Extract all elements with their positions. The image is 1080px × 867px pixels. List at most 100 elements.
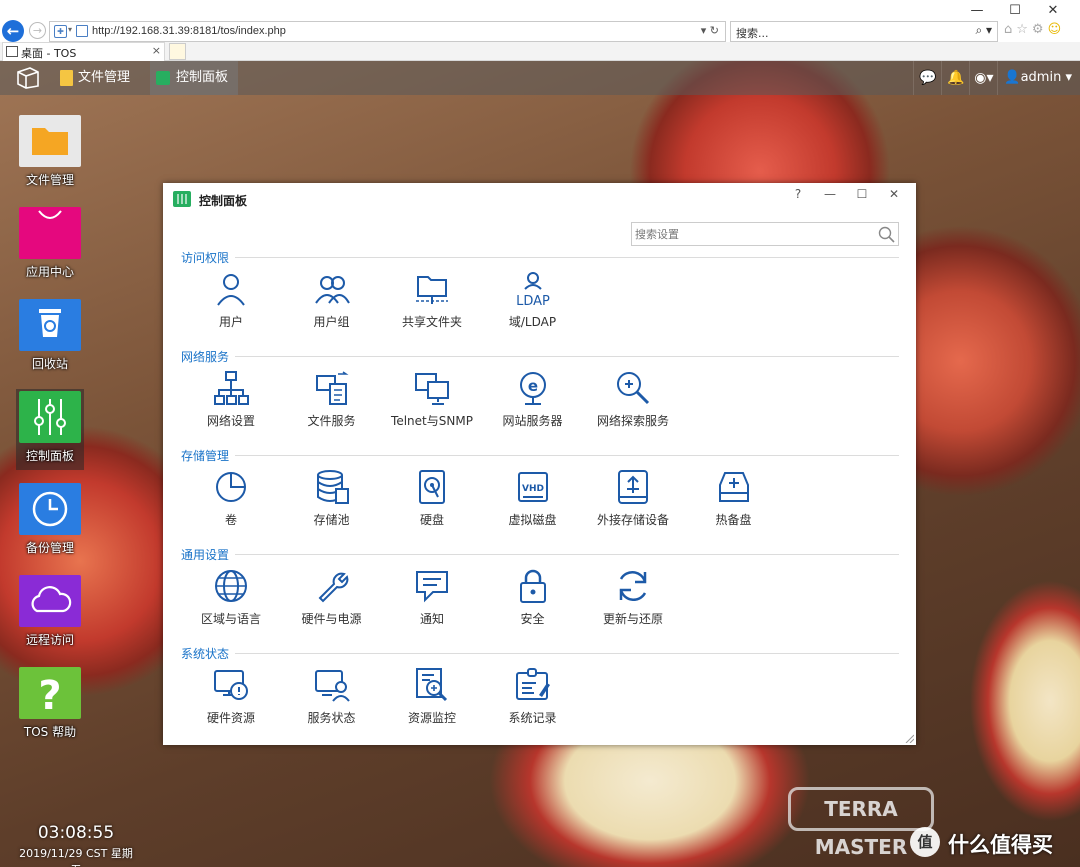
- recycle-bin-icon: [19, 299, 81, 351]
- window-titlebar[interactable]: 控制面板 ? — ☐ ✕: [163, 183, 916, 213]
- settings-item-ldap[interactable]: LDAP 域/LDAP: [483, 269, 583, 330]
- browser-search-box[interactable]: 搜索... ⌕ ▾: [730, 21, 998, 42]
- resize-grip-icon[interactable]: [904, 733, 914, 743]
- desktop-icon-label: 文件管理: [25, 173, 74, 187]
- address-url[interactable]: http://192.168.31.39:8181/tos/index.php: [92, 25, 286, 37]
- taskbar-item-control-panel[interactable]: 控制面板: [150, 61, 239, 95]
- desktop-icon-control-panel[interactable]: 控制面板: [16, 389, 84, 470]
- settings-item-file-service[interactable]: 文件服务: [282, 368, 382, 429]
- new-tab-button[interactable]: [169, 43, 186, 60]
- settings-item-refresh[interactable]: 更新与还原: [583, 566, 683, 627]
- settings-item-telnet[interactable]: Telnet与SNMP: [382, 368, 482, 429]
- settings-item-service-status[interactable]: 服务状态: [282, 665, 382, 726]
- file-service-icon: [282, 368, 382, 408]
- desktop-icon-remote-access[interactable]: 远程访问: [17, 575, 83, 648]
- hot-spare-icon: [684, 467, 784, 507]
- settings-item-storage-pool[interactable]: 存储池: [282, 467, 382, 528]
- settings-item-label: 硬件资源: [206, 711, 255, 725]
- minimize-button[interactable]: —: [958, 3, 996, 18]
- folder-icon: [19, 115, 81, 167]
- window-controls[interactable]: — ☐ ✕: [958, 3, 1072, 18]
- section-header: 访问权限: [181, 249, 899, 266]
- telnet-icon: [382, 368, 482, 408]
- user-icon: 👤: [1004, 70, 1021, 85]
- search-icon[interactable]: ⌕ ▾: [975, 23, 992, 38]
- settings-item-user[interactable]: 用户: [181, 269, 281, 330]
- close-button[interactable]: ✕: [878, 187, 910, 201]
- bell-icon[interactable]: 🔔: [941, 61, 969, 95]
- resource-monitor-icon: [382, 665, 482, 705]
- settings-item-label: Telnet与SNMP: [391, 414, 473, 428]
- site-watermark: 值 什么值得买: [908, 823, 1080, 865]
- settings-item-network-discovery[interactable]: 网络探索服务: [583, 368, 683, 429]
- settings-item-label: 虚拟磁盘: [508, 513, 557, 527]
- settings-item-hardware-resource[interactable]: 硬件资源: [181, 665, 281, 726]
- settings-item-virtual-disk[interactable]: VHD 虚拟磁盘: [483, 467, 583, 528]
- ldap-icon: LDAP: [483, 269, 583, 309]
- settings-item-wrench[interactable]: 硬件与电源: [282, 566, 382, 627]
- settings-item-label: 热备盘: [715, 513, 752, 527]
- desktop-icon-app-center[interactable]: 应用中心: [17, 207, 83, 280]
- settings-item-network[interactable]: 网络设置: [181, 368, 281, 429]
- settings-item-resource-monitor[interactable]: 资源监控: [382, 665, 482, 726]
- address-tools[interactable]: ▾ ↻: [701, 24, 719, 37]
- svg-text:LDAP: LDAP: [516, 294, 550, 307]
- address-bar[interactable]: ✚ ▾ http://192.168.31.39:8181/tos/index.…: [49, 21, 726, 42]
- chevron-down-icon[interactable]: ▾: [68, 25, 72, 34]
- chat-icon[interactable]: 💬: [913, 61, 941, 95]
- settings-item-hard-disk[interactable]: 硬盘: [382, 467, 482, 528]
- settings-item-user-group[interactable]: 用户组: [282, 269, 382, 330]
- settings-item-shared-folder[interactable]: 共享文件夹: [382, 269, 482, 330]
- home-icon[interactable]: ⌂: [1004, 22, 1016, 37]
- settings-item-external-storage[interactable]: 外接存储设备: [583, 467, 683, 528]
- help-button[interactable]: ?: [782, 187, 814, 201]
- desktop-icon-file-manager[interactable]: 文件管理: [17, 115, 83, 188]
- settings-item-label: 更新与还原: [602, 612, 663, 626]
- settings-item-hot-spare[interactable]: 热备盘: [684, 467, 784, 528]
- system-log-icon: [483, 665, 583, 705]
- section-header: 网络服务: [181, 348, 899, 365]
- settings-item-label: 卷: [224, 513, 237, 527]
- service-status-icon: [282, 665, 382, 705]
- desktop-icon-label: 回收站: [31, 357, 68, 371]
- lock-icon: [483, 566, 583, 606]
- settings-section: 访问权限用户 用户组 共享文件夹 LDAP 域/LDAP: [181, 249, 899, 349]
- browser-search-placeholder[interactable]: 搜索...: [736, 25, 769, 41]
- close-button[interactable]: ✕: [1034, 3, 1072, 18]
- globe-icon[interactable]: ◉▾: [969, 61, 997, 95]
- settings-item-web-server[interactable]: e 网站服务器: [483, 368, 583, 429]
- minimize-button[interactable]: —: [814, 187, 846, 201]
- taskbar-item-label: 文件管理: [78, 70, 131, 85]
- settings-item-globe[interactable]: 区域与语言: [181, 566, 281, 627]
- settings-search-box[interactable]: [631, 222, 899, 246]
- shield-icon: ✚: [54, 25, 67, 38]
- external-storage-icon: [583, 467, 683, 507]
- browser-toolbar-icons[interactable]: ⌂☆⚙☺: [1004, 22, 1065, 37]
- settings-item-lock[interactable]: 安全: [483, 566, 583, 627]
- desktop-icon-tos-help[interactable]: ? TOS 帮助: [17, 667, 83, 740]
- star-icon[interactable]: ☆: [1016, 22, 1032, 37]
- settings-item-system-log[interactable]: 系统记录: [483, 665, 583, 726]
- refresh-icon: [583, 566, 683, 606]
- maximize-button[interactable]: ☐: [996, 3, 1034, 18]
- smiley-icon[interactable]: ☺: [1048, 22, 1066, 37]
- gear-icon[interactable]: ⚙: [1032, 22, 1048, 37]
- desktop-icon-recycle-bin[interactable]: 回收站: [17, 299, 83, 372]
- search-icon[interactable]: [878, 226, 896, 244]
- settings-item-notification[interactable]: 通知: [382, 566, 482, 627]
- help-icon: ?: [19, 667, 81, 719]
- start-menu-icon[interactable]: [16, 67, 40, 89]
- settings-item-volume[interactable]: 卷: [181, 467, 281, 528]
- maximize-button[interactable]: ☐: [846, 187, 878, 201]
- section-title: 网络服务: [181, 348, 236, 365]
- settings-item-label: 系统记录: [508, 711, 557, 725]
- section-divider: [233, 455, 899, 456]
- tab-close-icon[interactable]: ×: [152, 44, 161, 57]
- browser-tab[interactable]: 桌面 - TOS ×: [2, 42, 165, 61]
- back-button[interactable]: ←: [2, 20, 24, 42]
- taskbar-item-file-manager[interactable]: 文件管理: [52, 61, 140, 95]
- desktop-icon-backup[interactable]: 备份管理: [17, 483, 83, 556]
- forward-button[interactable]: →: [29, 22, 46, 39]
- settings-search-input[interactable]: [632, 223, 872, 245]
- user-menu[interactable]: 👤admin ▾: [997, 61, 1080, 95]
